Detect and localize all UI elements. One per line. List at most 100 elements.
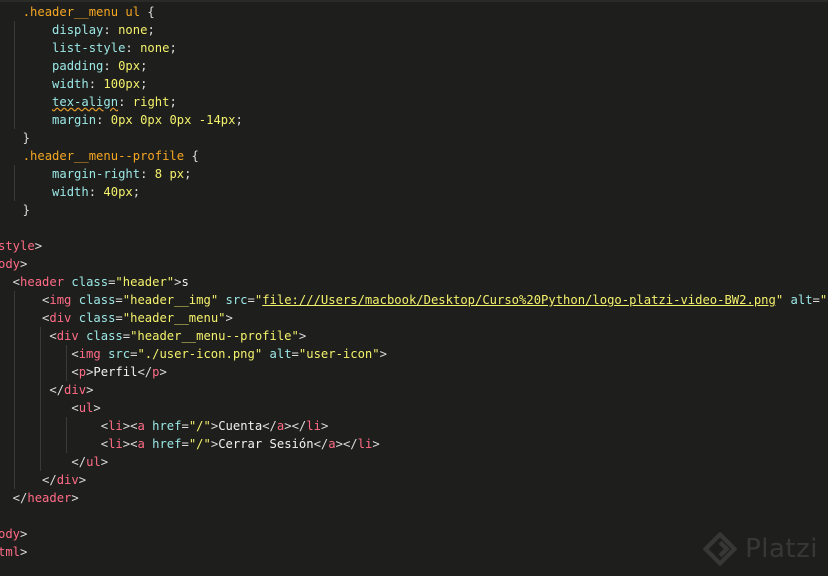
code-token: ul — [86, 455, 101, 469]
code-token: > — [298, 329, 307, 343]
code-token: "header" — [115, 275, 175, 289]
code-line[interactable]: <li><a href="/">Cuenta</a></li> — [0, 417, 329, 435]
platzi-watermark: Platzi — [703, 532, 818, 566]
code-token: 40px — [103, 185, 133, 199]
code-line[interactable]: </ul> — [0, 453, 108, 471]
code-line[interactable]: <li><a href="/">Cerrar Sesión</a></li> — [0, 435, 380, 453]
code-line[interactable]: <div class="header__menu"> — [0, 309, 233, 327]
code-line[interactable]: margin: 0px 0px 0px -14px; — [8, 111, 243, 129]
code-token: < — [0, 401, 79, 415]
code-token: "./user-icon.png" — [137, 347, 263, 361]
code-token: img — [78, 347, 101, 361]
code-token: ; — [235, 113, 243, 127]
code-line[interactable]: <ul> — [0, 399, 100, 417]
code-token: = — [247, 293, 255, 307]
code-line[interactable]: </div> — [0, 381, 93, 399]
code-line[interactable]: display: none; — [8, 21, 155, 39]
code-token: li — [108, 419, 123, 433]
code-token: < — [0, 419, 109, 433]
code-token: "header__menu--profile" — [130, 329, 299, 343]
code-line[interactable]: } — [8, 201, 30, 219]
code-token: alt — [269, 347, 292, 361]
code-token: style — [0, 239, 35, 253]
code-line[interactable]: <img class="header__img" src="file:///Us… — [0, 291, 828, 309]
code-line[interactable]: tex-align: right; — [8, 93, 177, 111]
code-token: < — [0, 275, 21, 289]
code-token: </ — [262, 419, 277, 433]
code-line[interactable]: tml> — [0, 543, 27, 561]
platzi-logo-icon — [703, 532, 738, 566]
code-token: p — [78, 365, 87, 379]
code-token: </ — [0, 473, 57, 487]
code-token: .header__menu--profile — [22, 149, 185, 163]
code-token: </ — [313, 437, 329, 451]
code-token: = — [115, 311, 123, 325]
code-line[interactable]: width: 100px; — [8, 75, 147, 93]
code-token: ody — [0, 257, 21, 271]
code-token: src — [108, 347, 131, 361]
code-line[interactable]: ody> — [0, 255, 27, 273]
code-token: display — [52, 23, 104, 37]
code-token: > — [100, 455, 109, 469]
code-token: > — [20, 257, 28, 271]
code-token: padding — [52, 59, 104, 73]
code-token: width — [52, 77, 89, 91]
code-token: </ — [0, 491, 28, 505]
code-token: < — [0, 311, 50, 325]
code-token: a — [137, 437, 145, 451]
code-token: "header__menu" — [122, 311, 226, 325]
code-token: < — [0, 347, 79, 361]
code-line[interactable]: padding: 0px; — [8, 57, 147, 75]
code-token: 8 px — [154, 167, 185, 181]
code-token: > — [372, 437, 380, 451]
code-line[interactable]: <img src="./user-icon.png" alt="user-ico… — [0, 345, 387, 363]
code-token: = — [115, 293, 123, 307]
code-token: ody — [0, 527, 21, 541]
code-token: ; — [140, 59, 148, 73]
code-token: ul — [78, 401, 94, 415]
code-token: > — [225, 311, 233, 325]
code-token: { — [184, 149, 199, 163]
code-token: header — [20, 275, 65, 289]
code-token: : — [103, 23, 119, 37]
code-token: >< — [122, 437, 138, 451]
code-line[interactable]: <div class="header__menu--profile"> — [0, 327, 306, 345]
code-token: ></ — [284, 419, 307, 433]
code-token: < — [0, 293, 50, 307]
code-token: href — [152, 437, 182, 451]
code-line[interactable]: <header class="header">s — [0, 273, 189, 291]
code-token: header — [27, 491, 72, 505]
code-token: class — [78, 311, 116, 325]
code-token: : — [96, 113, 111, 127]
code-editor[interactable]: .header__menu ul { display: none; list-s… — [0, 0, 828, 576]
code-token: div — [49, 311, 72, 325]
code-line[interactable]: } — [8, 129, 30, 147]
code-line[interactable]: <p>Perfil</p> — [0, 363, 166, 381]
code-token: list-style — [52, 41, 126, 55]
code-line[interactable]: width: 40px; — [8, 183, 140, 201]
code-token: ></ — [335, 437, 358, 451]
code-token: Perfil — [93, 365, 138, 379]
code-token: = — [122, 329, 131, 343]
code-line[interactable]: margin-right: 8 px; — [8, 165, 191, 183]
code-line[interactable]: </div> — [0, 471, 86, 489]
code-token: none — [140, 41, 170, 55]
code-token: { — [140, 5, 155, 19]
code-line[interactable]: style> — [0, 237, 42, 255]
code-line[interactable]: list-style: none; — [8, 39, 177, 57]
code-line[interactable]: .header__menu--profile { — [8, 147, 199, 165]
code-token: : — [88, 185, 104, 199]
code-line[interactable]: </header> — [0, 489, 79, 507]
code-token: 0px — [118, 59, 141, 73]
code-token: tml — [0, 545, 21, 559]
code-line[interactable]: ody> — [0, 525, 27, 543]
code-line[interactable]: .header__menu ul { — [8, 3, 155, 21]
watermark-text: Platzi — [745, 534, 818, 564]
